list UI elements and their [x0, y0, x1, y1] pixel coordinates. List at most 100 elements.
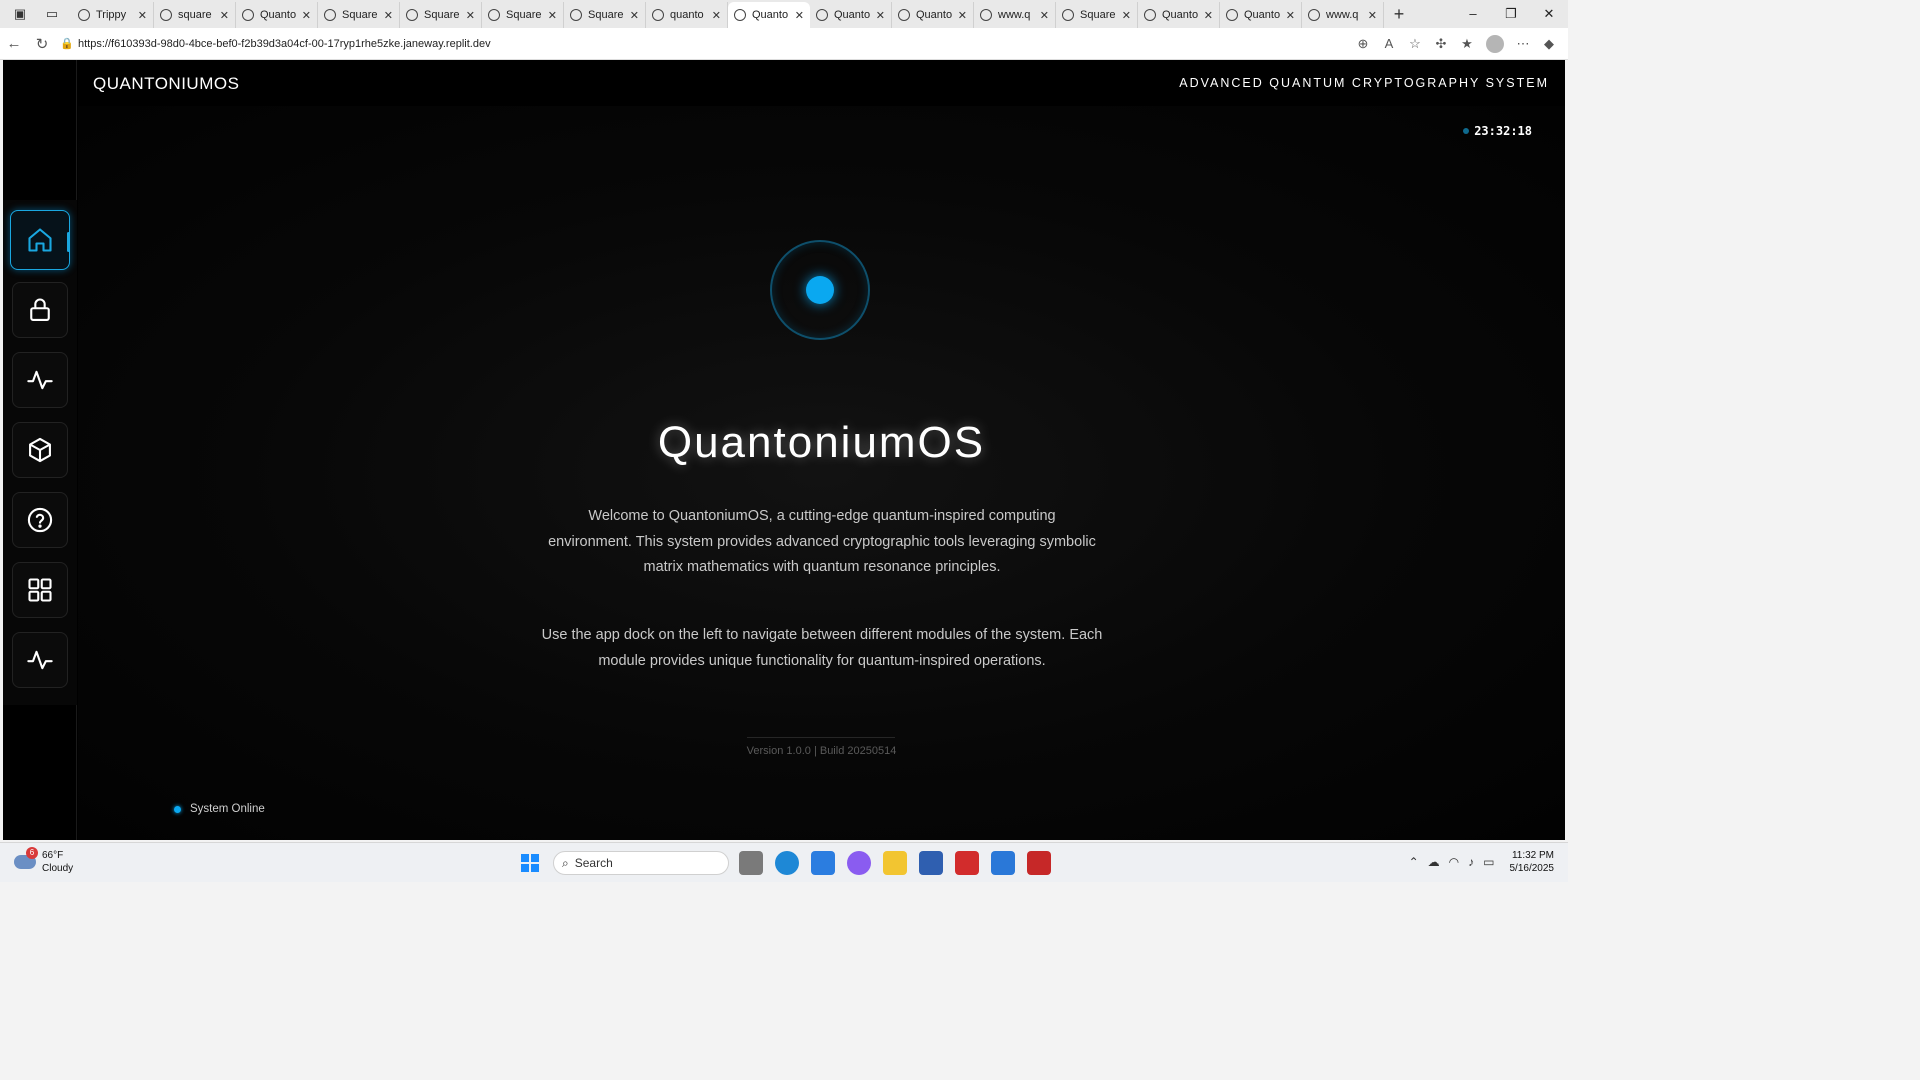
start-button[interactable]: [521, 854, 539, 872]
extensions-icon[interactable]: ✣: [1428, 36, 1454, 52]
address-bar[interactable]: 🔒 https://f610393d-98d0-4bce-bef0-f2b39d…: [60, 31, 1350, 57]
system-tray: ⌃ ☁ ◠ ♪ ▭ 11:32 PM 5/16/2025: [1409, 849, 1554, 875]
tab-actions-icon[interactable]: ▭: [40, 2, 64, 26]
browser-tab-bar: ▣ ▭ Trippy ✕ square ✕ Quanto ✕ Square ✕ Square ✕ S…: [0, 0, 1568, 28]
tab-title: Quanto: [834, 9, 871, 21]
tab-close-icon[interactable]: ✕: [1040, 9, 1049, 22]
browser-tab[interactable]: Quanto ✕: [728, 2, 810, 28]
dock-monitor-button[interactable]: [12, 632, 68, 688]
snipping-tool-icon[interactable]: [1027, 851, 1051, 875]
browser-tab[interactable]: Quanto ✕: [810, 2, 892, 28]
chevron-up-icon[interactable]: ⌃: [1409, 855, 1419, 869]
windows-taskbar: 6 66°F Cloudy ⌕ Search ⌃ ☁ ◠ ♪ ▭ 11:32 P…: [0, 842, 1568, 882]
tab-title: Square: [424, 9, 460, 21]
dock-help-button[interactable]: [12, 492, 68, 548]
zoom-icon[interactable]: ⊕: [1350, 36, 1376, 52]
edge-browser-icon[interactable]: [775, 851, 799, 875]
tab-close-icon[interactable]: ✕: [138, 9, 147, 22]
browser-tab[interactable]: square ✕: [154, 2, 236, 28]
tab-close-icon[interactable]: ✕: [795, 9, 804, 22]
tab-close-icon[interactable]: ✕: [1286, 9, 1295, 22]
profile-avatar[interactable]: [1486, 34, 1504, 53]
dock-analyzer-button[interactable]: [12, 352, 68, 408]
tab-close-icon[interactable]: ✕: [302, 9, 311, 22]
search-icon: ⌕: [562, 855, 569, 870]
tab-title: quanto: [670, 9, 704, 21]
copilot-app-icon[interactable]: [847, 851, 871, 875]
battery-icon[interactable]: ▭: [1483, 855, 1494, 869]
tab-close-icon[interactable]: ✕: [1204, 9, 1213, 22]
tab-close-icon[interactable]: ✕: [958, 9, 967, 22]
tab-title: Trippy: [96, 9, 127, 21]
version-info: Version 1.0.0 | Build 20250514: [746, 745, 897, 757]
workspaces-icon[interactable]: ▣: [8, 2, 32, 26]
tab-close-icon[interactable]: ✕: [712, 9, 721, 22]
back-button[interactable]: ←: [0, 35, 28, 52]
site-info-icon[interactable]: 🔒: [60, 37, 78, 50]
tab-title: www.q: [1326, 9, 1359, 21]
dock-apps-button[interactable]: [12, 562, 68, 618]
active-indicator: [67, 232, 70, 252]
tab-title: Quanto: [752, 9, 789, 21]
main-content: 23:32:18 QuantoniumOS Welcome to Quanton…: [78, 106, 1565, 840]
browser-tab[interactable]: Square ✕: [482, 2, 564, 28]
restore-button[interactable]: ❐: [1492, 0, 1530, 28]
tab-close-icon[interactable]: ✕: [466, 9, 475, 22]
browser-tab[interactable]: Quanto ✕: [1138, 2, 1220, 28]
browser-tab[interactable]: Square ✕: [1056, 2, 1138, 28]
browser-tab[interactable]: Trippy ✕: [72, 2, 154, 28]
copilot-icon[interactable]: ◆: [1536, 36, 1562, 52]
tab-favicon-icon: [652, 9, 664, 21]
dock-encryption-button[interactable]: [12, 282, 68, 338]
pinned-app-icon[interactable]: [955, 851, 979, 875]
browser-tab[interactable]: Quanto ✕: [236, 2, 318, 28]
notepad-icon[interactable]: [991, 851, 1015, 875]
dock-container-button[interactable]: [12, 422, 68, 478]
weather-widget[interactable]: 6 66°F Cloudy: [14, 847, 73, 875]
browser-tab[interactable]: Quanto ✕: [1220, 2, 1302, 28]
tab-favicon-icon: [78, 9, 90, 21]
browser-tab[interactable]: Square ✕: [564, 2, 646, 28]
tab-close-icon[interactable]: ✕: [220, 9, 229, 22]
refresh-button[interactable]: ↻: [28, 35, 56, 53]
close-window-button[interactable]: ✕: [1530, 0, 1568, 28]
file-explorer-icon[interactable]: [883, 851, 907, 875]
browser-tab[interactable]: Square ✕: [400, 2, 482, 28]
onedrive-icon[interactable]: ☁: [1428, 855, 1440, 869]
powershell-icon[interactable]: [919, 851, 943, 875]
browser-tab[interactable]: www.q ✕: [974, 2, 1056, 28]
favorites-icon[interactable]: ★: [1454, 36, 1480, 52]
minimize-button[interactable]: –: [1454, 0, 1492, 28]
browser-tab[interactable]: www.q ✕: [1302, 2, 1384, 28]
task-view-icon[interactable]: [739, 851, 763, 875]
weather-temp: 66°F: [42, 850, 64, 861]
activity-icon: [27, 370, 53, 390]
vscode-icon[interactable]: [811, 851, 835, 875]
browser-tab[interactable]: quanto ✕: [646, 2, 728, 28]
tab-close-icon[interactable]: ✕: [548, 9, 557, 22]
url-text[interactable]: https://f610393d-98d0-4bce-bef0-f2b39d3a…: [78, 38, 491, 50]
read-aloud-icon[interactable]: A: [1376, 36, 1402, 51]
dock-home-button[interactable]: [10, 210, 70, 270]
tab-title: Quanto: [260, 9, 297, 21]
browser-tab[interactable]: Square ✕: [318, 2, 400, 28]
tab-close-icon[interactable]: ✕: [384, 9, 393, 22]
browser-tab[interactable]: Quanto ✕: [892, 2, 974, 28]
taskbar-time: 11:32 PM: [1511, 850, 1554, 861]
tab-close-icon[interactable]: ✕: [1122, 9, 1131, 22]
tab-close-icon[interactable]: ✕: [1368, 9, 1377, 22]
tab-favicon-icon: [1144, 9, 1156, 21]
more-menu-icon[interactable]: ⋯: [1510, 36, 1536, 52]
quantoniumos-app: QUANTONIUMOS ADVANCED QUANTUM CRYPTOGRAP…: [3, 60, 1565, 840]
tab-close-icon[interactable]: ✕: [630, 9, 639, 22]
taskbar-clock[interactable]: 11:32 PM 5/16/2025: [1510, 849, 1555, 875]
taskbar-search[interactable]: ⌕ Search: [553, 851, 729, 875]
wifi-icon[interactable]: ◠: [1449, 855, 1459, 869]
cube-icon: [29, 437, 51, 463]
tab-close-icon[interactable]: ✕: [876, 9, 885, 22]
favorite-star-icon[interactable]: ☆: [1402, 36, 1428, 52]
new-tab-button[interactable]: +: [1386, 4, 1412, 25]
volume-icon[interactable]: ♪: [1468, 855, 1474, 869]
cloud-icon: 6: [14, 847, 38, 869]
lock-icon: [30, 298, 50, 321]
